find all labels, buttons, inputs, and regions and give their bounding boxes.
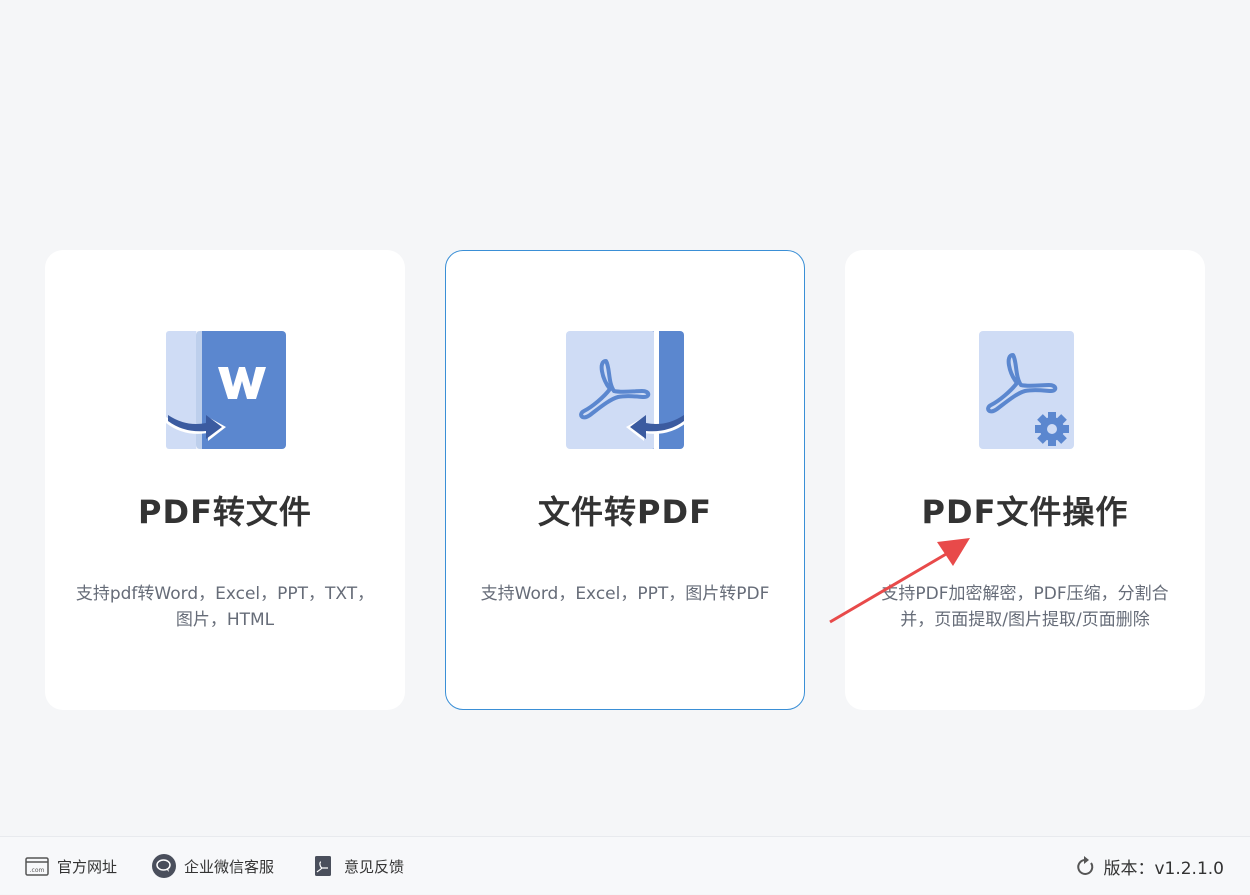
card-title: 文件转PDF xyxy=(538,493,712,531)
website-label: 官方网址 xyxy=(57,857,118,876)
pdf-to-word-icon xyxy=(166,331,286,451)
svg-text:.com: .com xyxy=(30,867,45,874)
pdf-settings-icon xyxy=(966,331,1086,451)
card-title: PDF转文件 xyxy=(138,493,312,531)
card-pdf-to-file[interactable]: PDF转文件 支持pdf转Word，Excel，PPT，TXT，图片，HTML xyxy=(45,250,405,710)
version-info[interactable]: 版本：v1.2.1.0 xyxy=(1075,837,1224,895)
footer-bar: .com 官方网址 企业微信客服 意见反馈 版本：v1.2.1.0 xyxy=(0,836,1250,894)
feedback-icon xyxy=(312,854,336,878)
card-pdf-operations[interactable]: PDF文件操作 支持PDF加密解密，PDF压缩，分割合并，页面提取/图片提取/页… xyxy=(845,250,1205,710)
card-title: PDF文件操作 xyxy=(921,493,1129,531)
feedback-link[interactable]: 意见反馈 xyxy=(312,837,404,895)
card-description: 支持pdf转Word，Excel，PPT，TXT，图片，HTML xyxy=(75,584,375,630)
file-to-pdf-icon xyxy=(566,331,686,451)
card-description: 支持PDF加密解密，PDF压缩，分割合并，页面提取/图片提取/页面删除 xyxy=(881,584,1169,630)
wechat-label: 企业微信客服 xyxy=(184,857,275,876)
card-description: 支持Word，Excel，PPT，图片转PDF xyxy=(480,584,770,604)
feedback-label: 意见反馈 xyxy=(344,857,405,876)
website-link[interactable]: .com 官方网址 xyxy=(25,837,117,895)
website-icon: .com xyxy=(25,854,49,878)
card-file-to-pdf[interactable]: 文件转PDF 支持Word，Excel，PPT，图片转PDF xyxy=(445,250,805,710)
wechat-support-link[interactable]: 企业微信客服 xyxy=(152,837,274,895)
version-label: 版本：v1.2.1.0 xyxy=(1103,858,1224,879)
main-area: PDF转文件 支持pdf转Word，Excel，PPT，TXT，图片，HTML … xyxy=(0,0,1250,836)
refresh-icon xyxy=(1075,855,1095,877)
wechat-icon xyxy=(152,854,176,878)
